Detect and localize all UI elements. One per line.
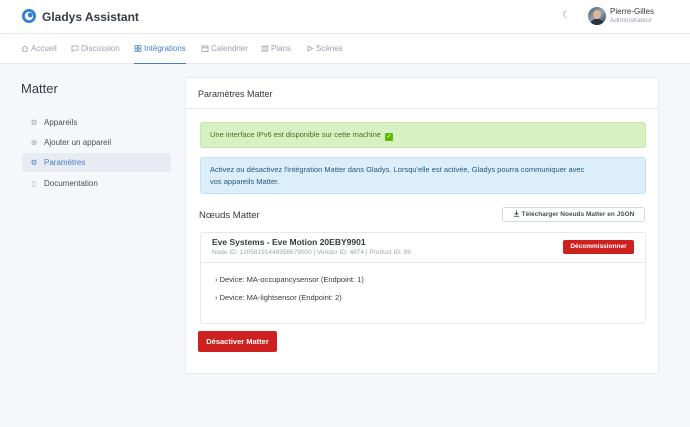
- info-alert: Activez ou désactivez l'intégration Matt…: [200, 157, 646, 194]
- nav-label: Calendrier: [211, 44, 248, 53]
- sidebar-item-label: Paramètres: [44, 158, 86, 167]
- plus-circle-icon: ⊕: [30, 138, 38, 147]
- nav-item-calendrier[interactable]: Calendrier: [201, 34, 248, 64]
- ipv6-alert-text: Une interface IPv6 est disponible sur ce…: [210, 130, 381, 139]
- moon-icon[interactable]: ☾: [562, 10, 574, 22]
- sidebar-item-documentation[interactable]: ▯ Documentation: [22, 174, 171, 193]
- info-alert-line2: vos appareils Matter.: [210, 177, 280, 186]
- play-icon: [307, 45, 314, 52]
- settings-card: Paramètres Matter Une interface IPv6 est…: [185, 77, 659, 374]
- download-icon: [513, 210, 519, 217]
- card-header: Paramètres Matter: [186, 78, 658, 109]
- book-icon: ▯: [31, 179, 37, 188]
- message-icon: [71, 45, 79, 52]
- nav-item-plans[interactable]: Plans: [261, 34, 291, 64]
- nav-item-scenes[interactable]: Scènes: [306, 34, 343, 64]
- ipv6-alert: Une interface IPv6 est disponible sur ce…: [200, 122, 646, 148]
- nav-label: Intégrations: [144, 44, 186, 53]
- settings-icon: ⚙: [30, 118, 38, 127]
- brand-name[interactable]: Gladys Assistant: [42, 10, 139, 24]
- main-nav: Accueil Discussion Intégrations Calendri…: [0, 34, 690, 64]
- device-item[interactable]: › Device: MA-occupancysensor (Endpoint: …: [215, 275, 364, 284]
- nav-label: Discussion: [81, 44, 120, 53]
- sidebar-title: Matter: [21, 81, 58, 96]
- device-label: Device: MA-lightsensor (Endpoint: 2): [219, 293, 342, 302]
- deactivate-matter-button[interactable]: Désactiver Matter: [198, 331, 277, 352]
- check-icon: ✓: [385, 133, 394, 141]
- settings-icon: ⚙: [30, 158, 38, 167]
- sidebar-item-appareils[interactable]: ⚙ Appareils: [22, 113, 171, 132]
- top-header: Gladys Assistant ☾ Pierre-Gilles Adminis…: [0, 0, 690, 34]
- nav-label: Plans: [271, 44, 292, 53]
- nav-label: Accueil: [31, 44, 57, 53]
- grid-icon: [134, 45, 142, 52]
- nav-item-accueil[interactable]: Accueil: [21, 34, 57, 64]
- nav-item-integrations[interactable]: Intégrations: [134, 34, 186, 64]
- card-title: Paramètres Matter: [198, 89, 273, 99]
- calendar-icon: [201, 45, 209, 52]
- node-header: Eve Systems - Eve Motion 20EBY9901 Node …: [201, 233, 645, 263]
- sidebar-item-label: Documentation: [44, 179, 98, 188]
- nav-item-discussion[interactable]: Discussion: [71, 34, 120, 64]
- device-label: Device: MA-occupancysensor (Endpoint: 1): [219, 275, 364, 284]
- map-icon: [261, 45, 269, 52]
- user-role: Administrateur: [610, 17, 652, 24]
- info-alert-line1: Activez ou désactivez l'intégration Matt…: [210, 165, 585, 174]
- chevron-right-icon: ›: [215, 293, 218, 302]
- nodes-title: Nœuds Matter: [199, 210, 260, 221]
- sidebar-item-parametres[interactable]: ⚙ Paramètres: [22, 153, 171, 172]
- decommission-button[interactable]: Décommissionner: [563, 240, 634, 254]
- download-json-label: Télécharger Noeuds Matter en JSON: [521, 211, 635, 218]
- sidebar-item-ajouter[interactable]: ⊕ Ajouter un appareil: [22, 133, 171, 152]
- home-icon: [21, 45, 29, 52]
- download-json-button[interactable]: Télécharger Noeuds Matter en JSON: [502, 207, 645, 222]
- user-name[interactable]: Pierre-Gilles: [610, 7, 654, 16]
- node-name: Eve Systems - Eve Motion 20EBY9901: [212, 237, 366, 247]
- matter-node: Eve Systems - Eve Motion 20EBY9901 Node …: [200, 232, 646, 324]
- device-item[interactable]: › Device: MA-lightsensor (Endpoint: 2): [215, 293, 342, 302]
- nav-label: Scènes: [316, 44, 343, 53]
- node-ids: Node ID: 12058191448958679000 | Vendor I…: [212, 249, 411, 256]
- chevron-right-icon: ›: [215, 275, 218, 284]
- avatar[interactable]: [588, 7, 606, 25]
- sidebar-item-label: Appareils: [44, 118, 78, 127]
- gladys-logo-icon[interactable]: [21, 8, 37, 24]
- sidebar-item-label: Ajouter un appareil: [44, 138, 112, 147]
